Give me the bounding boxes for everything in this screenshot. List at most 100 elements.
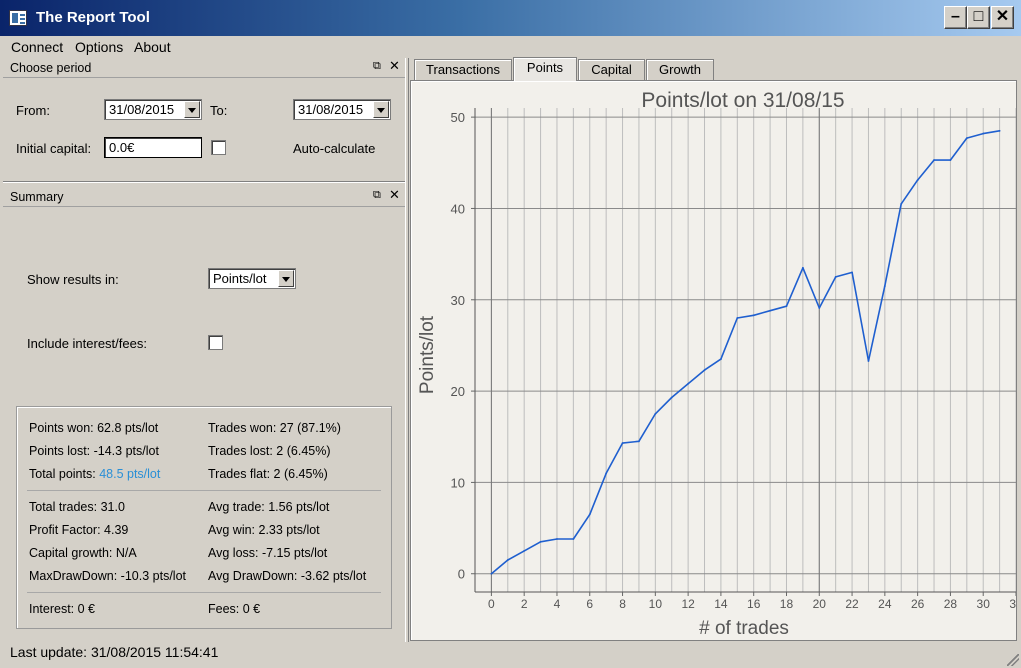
x-tick-label: 16	[747, 597, 761, 611]
float-icon[interactable]: ⧉	[373, 189, 381, 202]
capital-input[interactable]: 0.0€	[104, 137, 202, 158]
capital-growth: Capital growth: N/A	[29, 546, 137, 560]
tab-capital[interactable]: Capital	[578, 59, 645, 80]
avg-win: Avg win: 2.33 pts/lot	[208, 523, 320, 537]
data-point	[556, 538, 558, 540]
resize-grip[interactable]	[1007, 654, 1019, 666]
from-date-select[interactable]: 31/08/2015	[104, 99, 202, 120]
data-point	[605, 472, 608, 475]
x-tick-label: 24	[878, 597, 892, 611]
menu-options[interactable]: Options	[75, 39, 123, 55]
data-point	[572, 538, 575, 540]
avg-drawdown: Avg DrawDown: -3.62 pts/lot	[208, 569, 367, 583]
close-icon[interactable]: ✕	[389, 187, 400, 203]
results-unit-select[interactable]: Points/lot	[208, 268, 296, 289]
data-point	[949, 159, 952, 161]
data-point	[933, 159, 935, 161]
title-bar[interactable]	[0, 0, 1021, 36]
from-label: From:	[16, 103, 50, 118]
chevron-down-icon[interactable]	[373, 101, 389, 118]
data-point	[851, 271, 853, 274]
data-point	[769, 309, 771, 312]
splitter-handle[interactable]	[405, 58, 409, 642]
data-point	[490, 572, 493, 575]
x-tick-label: 2	[521, 597, 528, 611]
maximize-button[interactable]: □	[967, 6, 990, 29]
max-drawdown: MaxDrawDown: -10.3 pts/lot	[29, 569, 187, 583]
data-point	[539, 540, 542, 543]
avg-trade: Avg trade: 1.56 pts/lot	[208, 500, 330, 514]
summary-dock-title: Summary ⧉ ✕	[3, 187, 405, 207]
close-button[interactable]: ✕	[991, 6, 1014, 29]
chevron-down-icon[interactable]	[278, 270, 294, 287]
summary-stats-box	[16, 406, 392, 629]
window-title: The Report Tool	[36, 9, 150, 26]
data-point	[982, 132, 985, 135]
dock-separator[interactable]	[3, 181, 405, 183]
chart-title: Points/lot on 31/08/15	[641, 89, 844, 112]
to-date-select[interactable]: 31/08/2015	[293, 99, 391, 120]
tab-points[interactable]: Points	[513, 57, 577, 81]
y-tick-label: 10	[451, 475, 465, 490]
close-icon[interactable]: ✕	[389, 58, 400, 74]
to-date-value: 31/08/2015	[298, 102, 364, 117]
divider	[27, 592, 381, 593]
include-fees-checkbox[interactable]	[208, 335, 223, 350]
tab-transactions[interactable]: Transactions	[414, 59, 512, 80]
x-tick-label: 0	[488, 597, 495, 611]
tick-layer: 0102030405002468101214161820222426283032	[451, 110, 1016, 611]
x-axis-label: # of trades	[699, 618, 789, 639]
y-tick-label: 20	[451, 384, 465, 399]
period-dock-title-text: Choose period	[10, 61, 92, 75]
summary-dock-title-text: Summary	[10, 190, 64, 204]
auto-calculate-label: Auto-calculate	[293, 141, 376, 156]
data-point	[703, 369, 706, 371]
x-tick-label: 32	[1009, 597, 1016, 611]
float-icon[interactable]: ⧉	[373, 60, 381, 73]
x-tick-label: 4	[554, 597, 561, 611]
fees: Fees: 0 €	[208, 602, 261, 616]
x-tick-label: 12	[681, 597, 695, 611]
x-tick-label: 26	[911, 597, 925, 611]
data-point	[621, 442, 624, 445]
x-tick-label: 14	[714, 597, 728, 611]
points-won: Points won: 62.8 pts/lot	[29, 421, 159, 435]
y-tick-label: 30	[451, 293, 465, 308]
points-chart: Points/lot on 31/08/15 # of trades Point…	[417, 89, 1016, 639]
menu-about[interactable]: About	[134, 39, 171, 55]
data-point	[588, 513, 591, 516]
x-tick-label: 28	[944, 597, 958, 611]
capital-label: Initial capital:	[16, 141, 92, 156]
data-point	[736, 317, 739, 319]
data-point	[900, 202, 903, 205]
status-text: Last update: 31/08/2015 11:54:41	[10, 644, 219, 660]
period-dock-title: Choose period ⧉ ✕	[3, 58, 405, 78]
trades-won: Trades won: 27 (87.1%)	[208, 421, 341, 435]
total-points: Total points: 48.5 pts/lot	[29, 467, 160, 481]
capital-value: 0.0€	[109, 140, 135, 155]
avg-loss: Avg loss: -7.15 pts/lot	[208, 546, 328, 560]
minimize-button[interactable]: –	[944, 6, 967, 29]
data-point	[834, 276, 837, 278]
interest: Interest: 0 €	[29, 602, 96, 616]
from-date-value: 31/08/2015	[109, 102, 175, 117]
data-point	[752, 314, 755, 317]
menu-connect[interactable]: Connect	[11, 39, 63, 55]
data-point	[654, 413, 657, 415]
y-tick-label: 40	[451, 201, 465, 216]
auto-calculate-checkbox[interactable]	[211, 140, 226, 155]
grid-layer	[474, 108, 1016, 593]
data-point	[916, 179, 919, 182]
data-point	[720, 358, 722, 361]
x-tick-label: 6	[586, 597, 593, 611]
y-axis-label: Points/lot	[417, 315, 438, 394]
series-layer	[490, 129, 1001, 575]
x-tick-label: 10	[649, 597, 663, 611]
profit-factor: Profit Factor: 4.39	[29, 523, 129, 537]
x-tick-label: 30	[977, 597, 991, 611]
chevron-down-icon[interactable]	[184, 101, 200, 118]
total-points-label: Total points:	[29, 467, 100, 481]
tab-growth[interactable]: Growth	[646, 59, 714, 80]
divider	[27, 490, 381, 491]
points-lost: Points lost: -14.3 pts/lot	[29, 444, 159, 458]
